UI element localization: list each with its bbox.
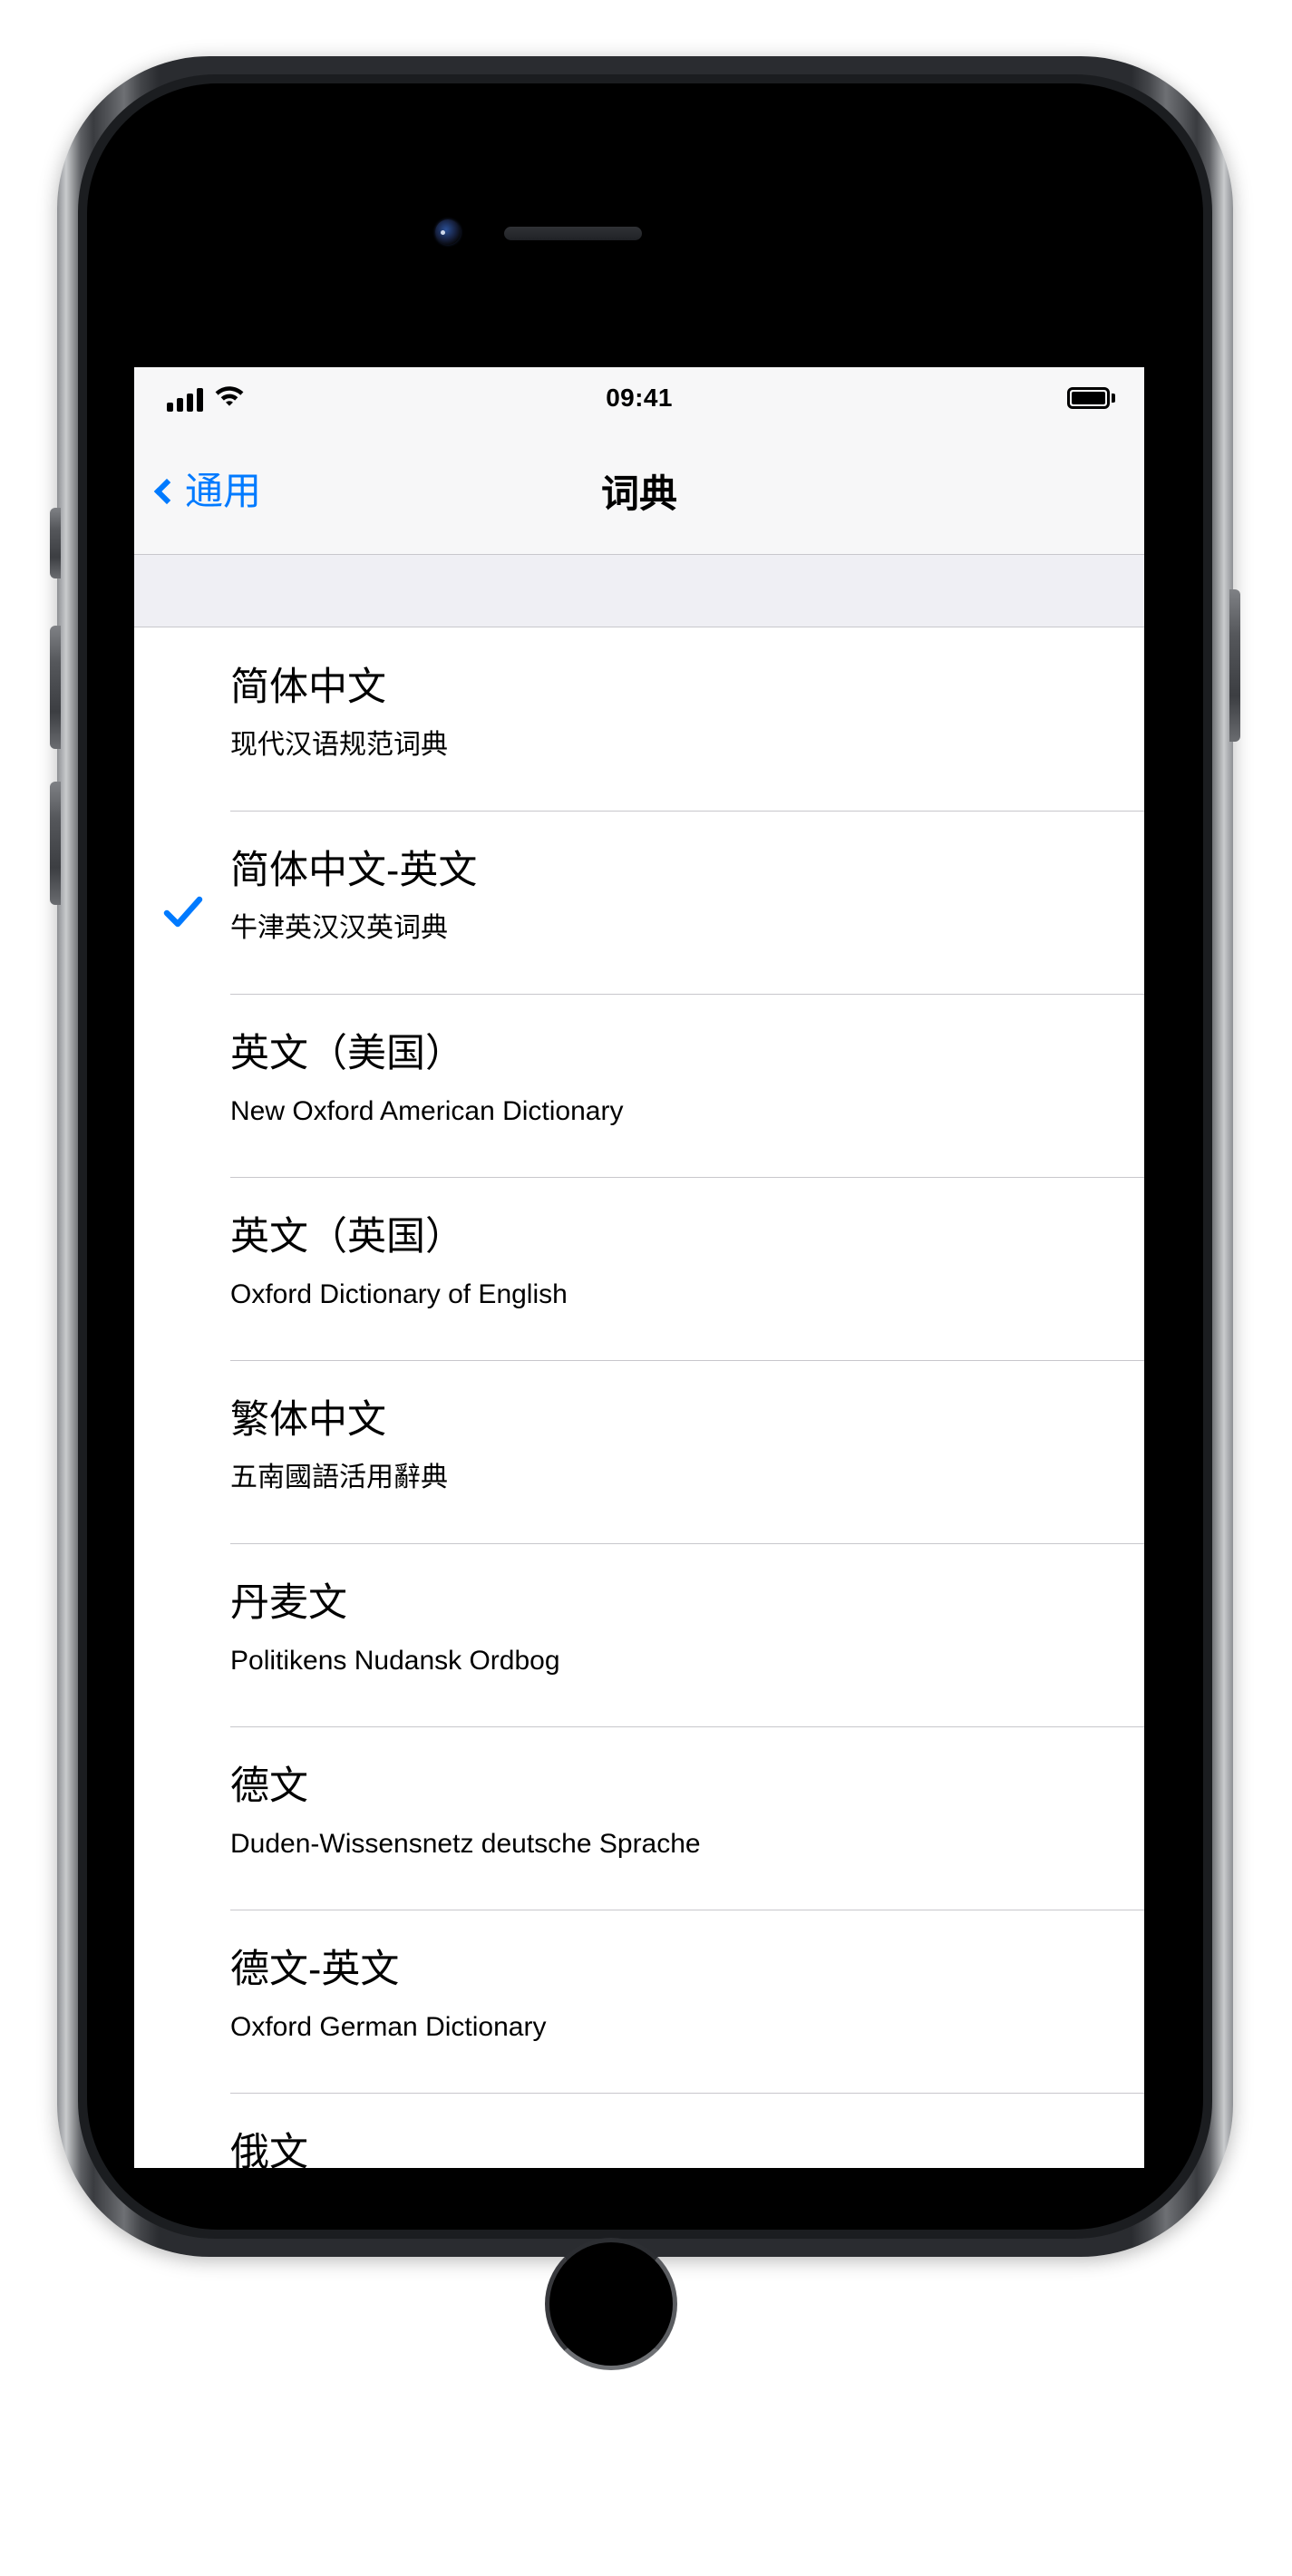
list-item-title: 俄文 — [230, 2131, 308, 2168]
list-item-subtitle: Politikens Nudansk Ordbog — [230, 1646, 560, 1677]
list-item-subtitle: Duden-Wissensnetz deutsche Sprache — [230, 1829, 701, 1860]
section-header-spacer — [134, 555, 1144, 627]
volume-down-button[interactable] — [50, 782, 61, 905]
list-item[interactable]: 英文（英国） Oxford Dictionary of English — [134, 1177, 1144, 1360]
volume-up-button[interactable] — [50, 626, 61, 749]
list-item-title: 丹麦文 — [230, 1581, 347, 1625]
list-item[interactable]: 英文（美国） New Oxford American Dictionary — [134, 994, 1144, 1177]
list-item-title: 英文（英国） — [230, 1215, 464, 1259]
list-item-title: 繁体中文 — [230, 1398, 386, 1442]
battery-full-icon — [1067, 386, 1110, 409]
earpiece-speaker-icon — [504, 227, 642, 240]
page-title: 词典 — [600, 472, 677, 515]
list-item-title: 德文-英文 — [230, 1948, 400, 1991]
list-item-title: 德文 — [230, 1764, 308, 1808]
status-bar-time: 09:41 — [606, 383, 673, 412]
list-item-subtitle: Oxford German Dictionary — [230, 2012, 547, 2043]
list-item-title: 英文（美国） — [230, 1032, 464, 1075]
list-item-subtitle: 现代汉语规范词典 — [230, 730, 448, 761]
list-item-subtitle: 牛津英汉汉英词典 — [230, 913, 448, 944]
list-item[interactable]: 简体中文现代汉语规范词典 — [134, 627, 1144, 811]
list-item[interactable]: 德文-英文 Oxford German Dictionary — [134, 1910, 1144, 2093]
battery-fill — [1072, 391, 1105, 404]
list-item-title: 简体中文-英文 — [230, 849, 478, 892]
status-bar-right — [1067, 386, 1115, 409]
checkmark-icon — [163, 892, 203, 932]
front-camera-icon — [435, 219, 461, 245]
status-bar: 09:41 — [134, 367, 1144, 428]
battery-tip — [1112, 393, 1115, 403]
home-button[interactable] — [545, 2238, 677, 2370]
mute-switch[interactable] — [50, 508, 61, 578]
camera-glint — [441, 230, 445, 235]
list-item[interactable]: 德文 Duden-Wissensnetz deutsche Sprache — [134, 1726, 1144, 1910]
dictionary-list: 简体中文现代汉语规范词典简体中文-英文牛津英汉汉英词典英文（美国） New Oxf… — [134, 627, 1144, 2168]
list-item[interactable]: 丹麦文 Politikens Nudansk Ordbog — [134, 1543, 1144, 1726]
power-button[interactable] — [1229, 589, 1240, 742]
list-item-title: 简体中文 — [230, 666, 386, 709]
list-item[interactable]: 俄文 — [134, 2093, 1144, 2168]
navigation-bar: 通用 词典 — [134, 428, 1144, 555]
list-item[interactable]: 繁体中文五南國語活用辭典 — [134, 1360, 1144, 1543]
phone-screen: 09:41 通用 词典 简体中文现代汉语规范词典简体中文-英文牛津英汉汉英词典英… — [134, 367, 1144, 2168]
list-item-subtitle: New Oxford American Dictionary — [230, 1096, 624, 1127]
list-item-subtitle: Oxford Dictionary of English — [230, 1279, 568, 1310]
list-item[interactable]: 简体中文-英文牛津英汉汉英词典 — [134, 811, 1144, 994]
list-item-subtitle: 五南國語活用辭典 — [230, 1463, 448, 1493]
